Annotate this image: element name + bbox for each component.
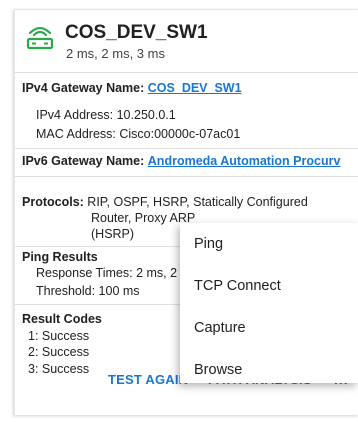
protocols-row: Protocols: RIP, OSPF, HSRP, Statically C… [22, 195, 308, 209]
ipv4-gateway-row: IPv4 Gateway Name: COS_DEV_SW1 [22, 81, 242, 95]
ping-results-heading: Ping Results [22, 250, 98, 264]
ipv4-address-label: IPv4 Address: [36, 108, 114, 122]
protocols-line-1: RIP, OSPF, HSRP, Statically Configured [87, 195, 308, 209]
divider [15, 72, 358, 73]
result-code-item: 1: Success [28, 329, 90, 343]
menu-item-tcp-connect[interactable]: TCP Connect [180, 267, 358, 307]
threshold-value: 100 ms [98, 284, 140, 298]
context-menu: Ping TCP Connect Capture Browse [180, 223, 358, 383]
ipv4-address-value: 10.250.0.1 [116, 108, 176, 122]
protocols-label: Protocols: [22, 195, 84, 209]
menu-item-label: Capture [194, 320, 246, 336]
mac-address-row: MAC Address: Cisco:00000c-07ac01 [36, 127, 240, 141]
mac-address-value: Cisco:00000c-07ac01 [119, 127, 241, 141]
network-switch-icon [26, 26, 54, 50]
page-title: COS_DEV_SW1 [65, 22, 208, 43]
divider [15, 176, 358, 177]
result-codes-heading: Result Codes [22, 312, 102, 326]
card-header: COS_DEV_SW1 2 ms, 2 ms, 3 ms [15, 10, 358, 61]
response-times-label: Response Times: [36, 266, 133, 280]
menu-item-browse[interactable]: Browse [180, 351, 358, 391]
menu-item-label: Ping [194, 236, 224, 252]
menu-item-ping[interactable]: Ping [180, 225, 358, 265]
header-response-times: 2 ms, 2 ms, 3 ms [66, 46, 165, 61]
menu-item-label: TCP Connect [194, 278, 281, 294]
test-again-button[interactable]: TEST AGAIN [108, 372, 188, 387]
protocols-line-3: (HSRP) [91, 227, 135, 241]
ipv6-gateway-link[interactable]: Andromeda Automation Procurv [148, 154, 341, 168]
threshold-row: Threshold: 100 ms [36, 284, 140, 298]
ipv4-gateway-label: IPv4 Gateway Name: [22, 81, 145, 95]
mac-address-label: MAC Address: [36, 127, 116, 141]
result-code-item: 2: Success [28, 345, 90, 359]
ipv6-gateway-row: IPv6 Gateway Name: Andromeda Automation … [22, 154, 340, 168]
ipv6-gateway-label: IPv6 Gateway Name: [22, 154, 145, 168]
ipv4-gateway-link[interactable]: COS_DEV_SW1 [148, 81, 242, 95]
menu-item-label: Browse [194, 362, 243, 378]
result-code-item: 3: Success [28, 362, 90, 376]
menu-item-capture[interactable]: Capture [180, 309, 358, 349]
threshold-label: Threshold: [36, 284, 96, 298]
divider [15, 148, 358, 149]
ipv4-address-row: IPv4 Address: 10.250.0.1 [36, 108, 176, 122]
